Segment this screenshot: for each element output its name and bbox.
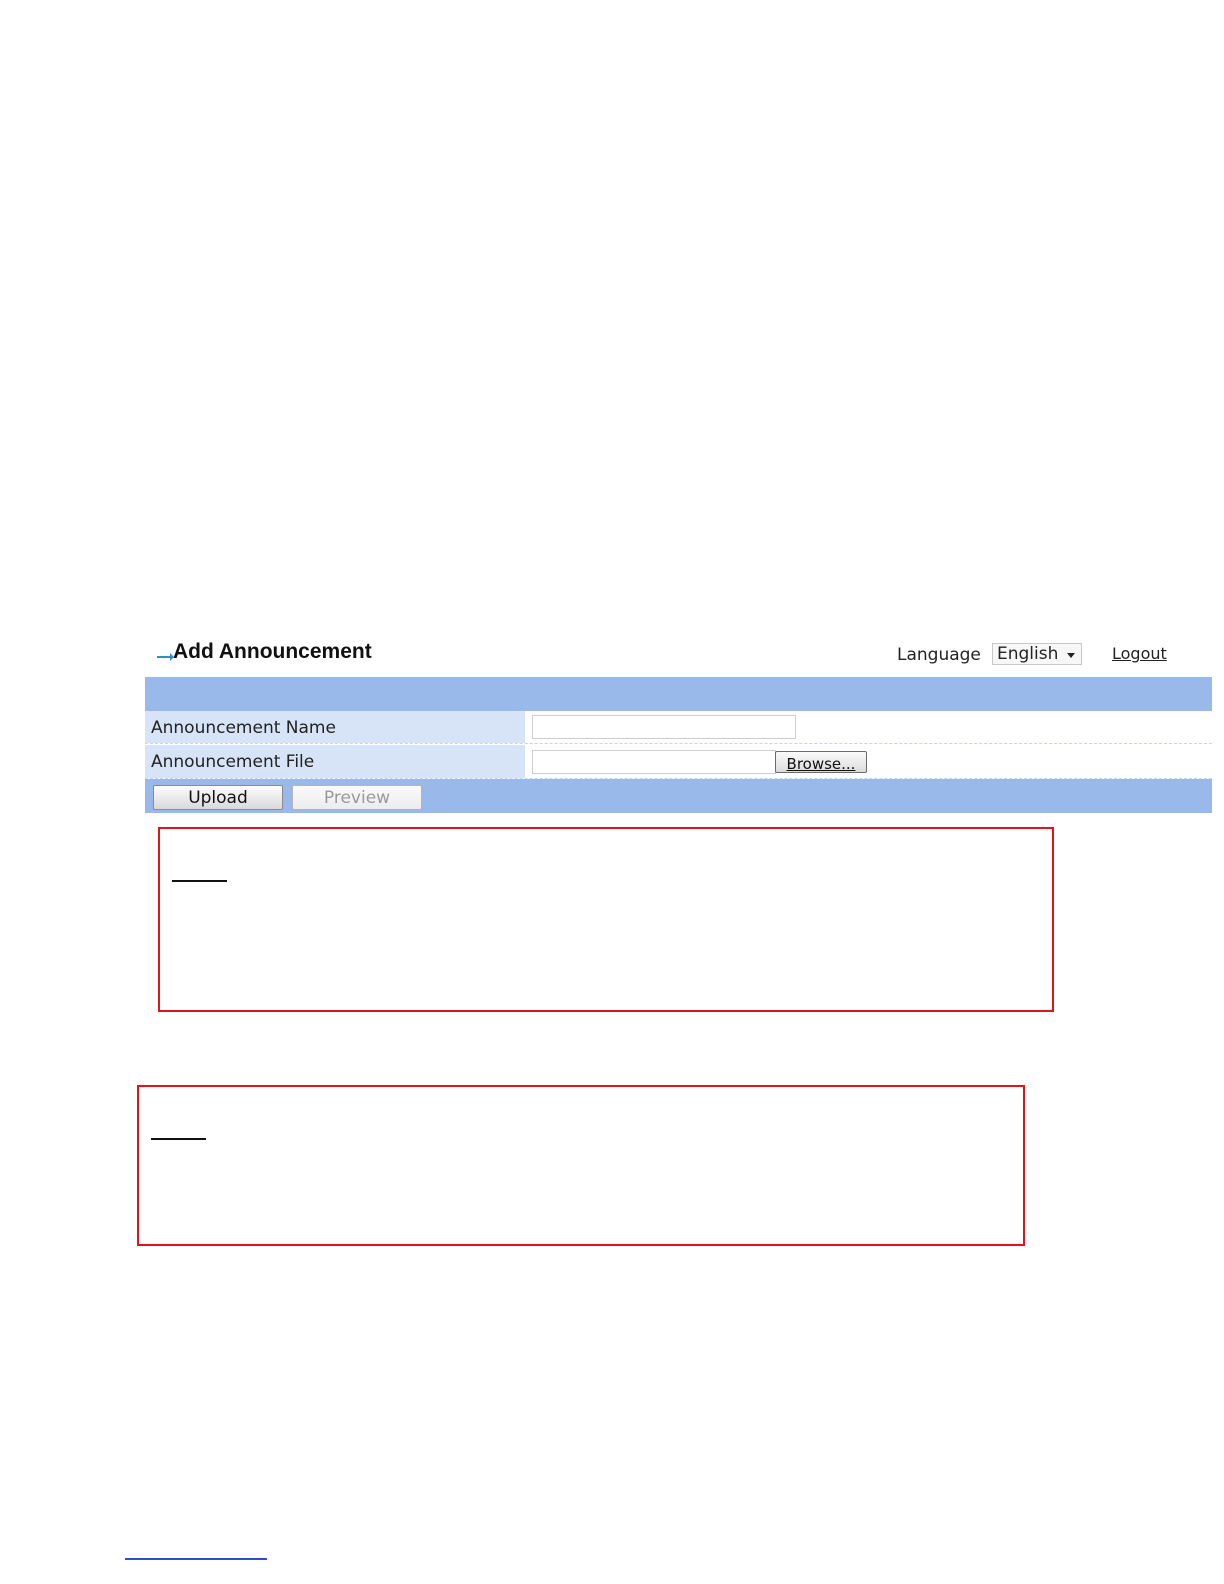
value-cell: Browse...: [525, 745, 1212, 778]
browse-button[interactable]: Browse...: [775, 751, 867, 773]
announcement-file-input[interactable]: [532, 750, 776, 774]
form-action-bar: Upload Preview: [145, 779, 1212, 813]
announcement-name-label: Announcement Name: [151, 718, 336, 738]
value-cell: [525, 711, 1212, 743]
logout-link[interactable]: Logout: [1112, 644, 1167, 663]
label-cell: Announcement File: [145, 745, 525, 778]
form-row-announcement-name: Announcement Name: [145, 711, 1212, 744]
note-heading-rule: [151, 1138, 206, 1140]
chevron-down-icon: [1067, 653, 1075, 658]
footnote-divider: [125, 1558, 267, 1560]
language-label: Language: [897, 645, 981, 665]
note-box: [137, 1085, 1025, 1246]
arrow-icon: [157, 653, 174, 661]
note-box: [158, 827, 1054, 1012]
label-cell: Announcement Name: [145, 711, 525, 743]
page-title: Add Announcement: [173, 640, 372, 663]
note-heading-rule: [172, 880, 227, 882]
upload-button[interactable]: Upload: [153, 785, 283, 810]
form-row-announcement-file: Announcement File Browse...: [145, 745, 1212, 779]
page-header: Add Announcement: [157, 640, 372, 664]
language-select[interactable]: English: [992, 643, 1082, 665]
announcement-file-label: Announcement File: [151, 752, 315, 772]
language-select-value: English: [997, 644, 1059, 664]
announcement-name-input[interactable]: [532, 715, 796, 739]
form-header-bar: [145, 677, 1212, 711]
preview-button[interactable]: Preview: [292, 785, 422, 810]
